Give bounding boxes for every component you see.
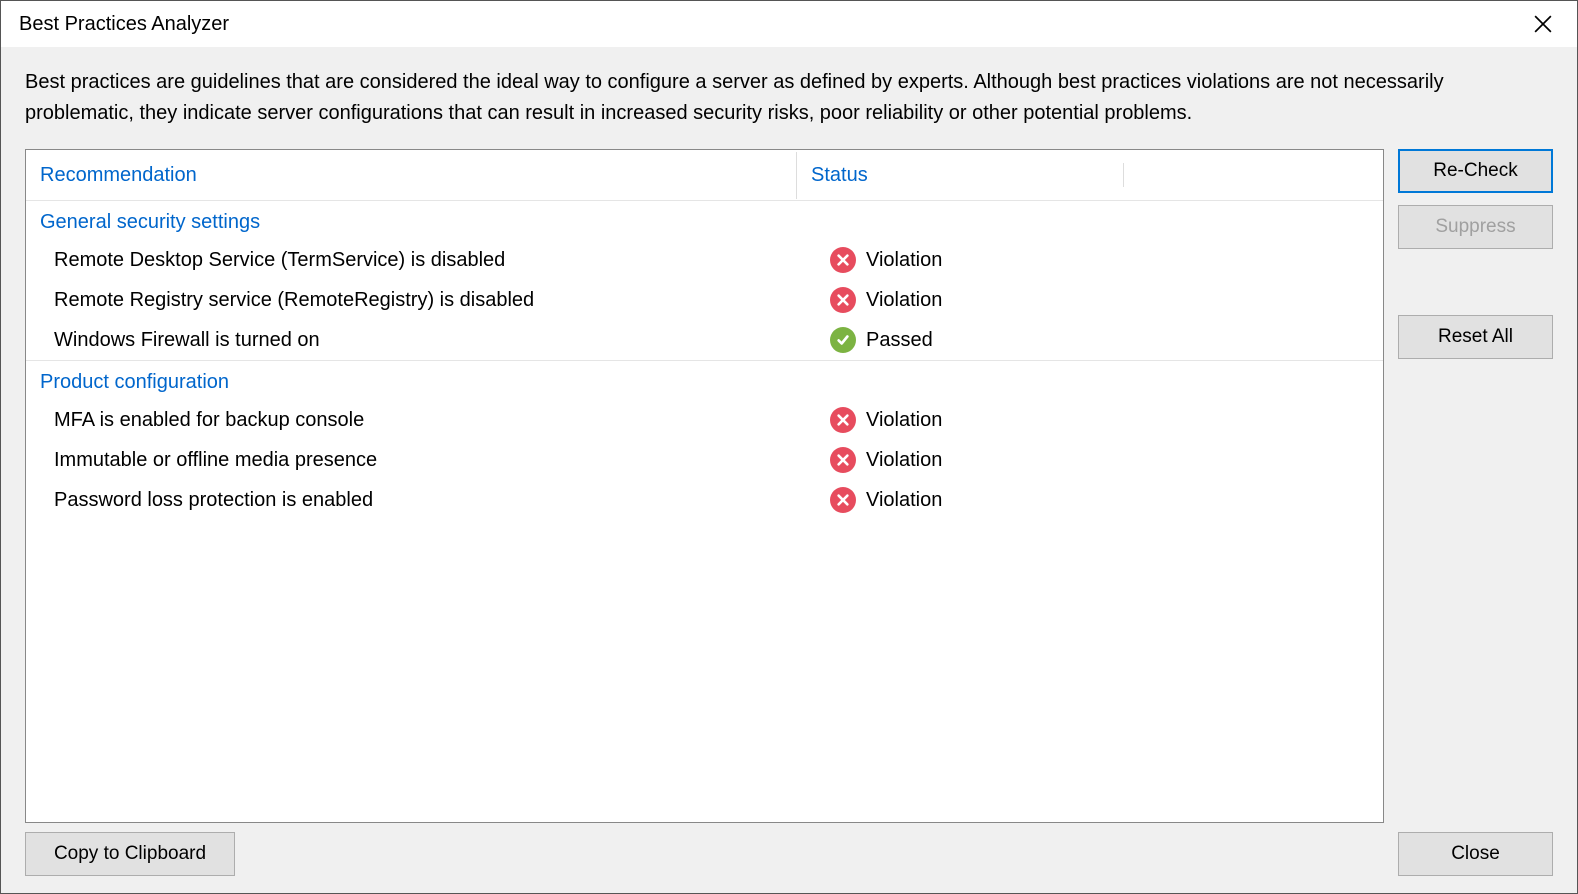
- status-text: Violation: [866, 409, 942, 432]
- recommendation-text: Remote Desktop Service (TermService) is …: [54, 249, 810, 272]
- dialog-footer: Copy to Clipboard Close: [1, 823, 1577, 893]
- dialog-body: Recommendation Status General security s…: [1, 137, 1577, 823]
- violation-icon: [830, 247, 856, 273]
- status-text: Violation: [866, 289, 942, 312]
- status-cell: Violation: [810, 447, 1383, 473]
- group-header: Product configuration: [26, 360, 1383, 400]
- column-recommendation[interactable]: Recommendation: [26, 152, 796, 199]
- status-text: Violation: [866, 489, 942, 512]
- table-row[interactable]: Password loss protection is enabled Viol…: [26, 480, 1383, 520]
- status-text: Violation: [866, 249, 942, 272]
- recommendation-text: Immutable or offline media presence: [54, 449, 810, 472]
- violation-icon: [830, 447, 856, 473]
- column-extra: [1123, 163, 1383, 187]
- table-row[interactable]: MFA is enabled for backup console Violat…: [26, 400, 1383, 440]
- suppress-button: Suppress: [1398, 205, 1553, 249]
- passed-icon: [830, 327, 856, 353]
- spacer: [1398, 261, 1553, 303]
- violation-icon: [830, 407, 856, 433]
- column-status[interactable]: Status: [796, 152, 1123, 199]
- close-button[interactable]: Close: [1398, 832, 1553, 876]
- group-header: General security settings: [26, 200, 1383, 240]
- status-cell: Passed: [810, 327, 1383, 353]
- recheck-button[interactable]: Re-Check: [1398, 149, 1553, 193]
- status-text: Violation: [866, 449, 942, 472]
- recommendation-text: Windows Firewall is turned on: [54, 329, 810, 352]
- window-title: Best Practices Analyzer: [19, 13, 229, 36]
- titlebar: Best Practices Analyzer: [1, 1, 1577, 47]
- reset-all-button[interactable]: Reset All: [1398, 315, 1553, 359]
- status-text: Passed: [866, 329, 933, 352]
- table-row[interactable]: Immutable or offline media presence Viol…: [26, 440, 1383, 480]
- table-row[interactable]: Windows Firewall is turned on Passed: [26, 320, 1383, 360]
- description-text: Best practices are guidelines that are c…: [1, 47, 1577, 137]
- status-cell: Violation: [810, 407, 1383, 433]
- recommendations-table: Recommendation Status General security s…: [25, 149, 1384, 823]
- copy-to-clipboard-button[interactable]: Copy to Clipboard: [25, 832, 235, 876]
- status-cell: Violation: [810, 247, 1383, 273]
- violation-icon: [830, 487, 856, 513]
- close-icon[interactable]: [1521, 2, 1565, 46]
- table-row[interactable]: Remote Desktop Service (TermService) is …: [26, 240, 1383, 280]
- status-cell: Violation: [810, 287, 1383, 313]
- recommendation-text: Remote Registry service (RemoteRegistry)…: [54, 289, 810, 312]
- recommendation-text: MFA is enabled for backup console: [54, 409, 810, 432]
- status-cell: Violation: [810, 487, 1383, 513]
- table-row[interactable]: Remote Registry service (RemoteRegistry)…: [26, 280, 1383, 320]
- dialog-window: Best Practices Analyzer Best practices a…: [0, 0, 1578, 894]
- action-sidebar: Re-Check Suppress Reset All: [1398, 149, 1553, 823]
- table-header: Recommendation Status: [26, 150, 1383, 200]
- recommendation-text: Password loss protection is enabled: [54, 489, 810, 512]
- violation-icon: [830, 287, 856, 313]
